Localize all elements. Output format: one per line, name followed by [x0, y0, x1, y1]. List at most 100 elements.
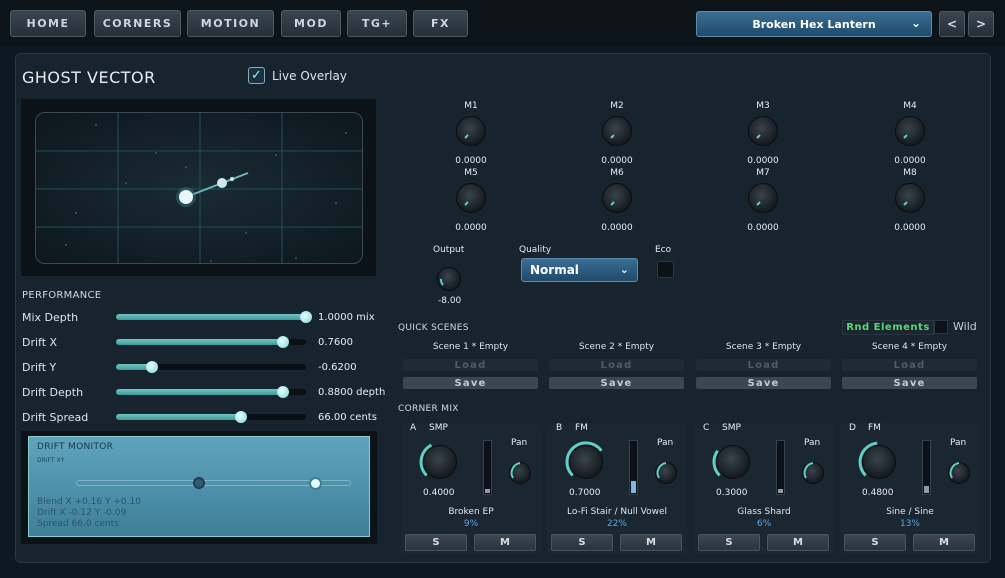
slider-track[interactable]	[116, 411, 306, 423]
macro-label: M8	[903, 168, 917, 178]
drift-monitor-spread: Spread 66.0 cents	[37, 519, 119, 529]
mute-button[interactable]: M	[767, 534, 829, 551]
macro-knob[interactable]	[602, 116, 632, 146]
corner-type: SMP	[722, 423, 741, 433]
scene-load-button[interactable]: Load	[842, 359, 977, 371]
macro-value: 0.0000	[601, 156, 633, 166]
macro-value: 0.0000	[747, 156, 779, 166]
scene-load-button[interactable]: Load	[696, 359, 831, 371]
corner-pan-knob[interactable]	[509, 462, 531, 484]
drift-marker	[193, 477, 205, 489]
slider-fill	[116, 389, 284, 395]
corner-type: FM	[868, 423, 881, 433]
eco-checkbox[interactable]	[657, 261, 674, 278]
output-knob[interactable]	[437, 267, 461, 291]
rnd-elements-button[interactable]: Rnd Elements	[842, 320, 934, 335]
corner-letter: B	[556, 423, 563, 433]
slider-thumb[interactable]	[146, 361, 159, 373]
scene-save-button[interactable]: Save	[403, 377, 538, 389]
solo-button[interactable]: S	[551, 534, 613, 551]
vector-display[interactable]	[35, 112, 363, 264]
corner-pan-knob[interactable]	[948, 462, 970, 484]
slider-value: 1.0000 mix	[318, 312, 375, 323]
solo-button[interactable]: S	[698, 534, 760, 551]
mute-button[interactable]: M	[913, 534, 975, 551]
slider-value: 0.8800 depth	[318, 387, 386, 398]
macro-knob[interactable]	[895, 183, 925, 213]
pan-label: Pan	[511, 438, 528, 448]
corner-meter	[922, 440, 931, 495]
wild-label: Wild	[953, 320, 977, 333]
slider-thumb[interactable]	[300, 311, 312, 323]
macro-knob[interactable]	[456, 116, 486, 146]
corner-sound-name: Glass Shard	[737, 507, 791, 517]
scene-save-button[interactable]: Save	[842, 377, 977, 389]
tab-mod[interactable]: MOD	[281, 10, 341, 37]
wild-checkbox[interactable]	[934, 320, 948, 334]
scene-load-button[interactable]: Load	[403, 359, 538, 371]
quality-value: Normal	[530, 263, 579, 277]
slider-value: 0.7600	[318, 337, 353, 348]
scene-save-button[interactable]: Save	[696, 377, 831, 389]
corner-mix-percent: 13%	[899, 519, 920, 529]
vector-grid	[36, 113, 362, 263]
corner-level-knob[interactable]	[712, 445, 750, 479]
slider-value: 66.00 cents	[318, 412, 377, 423]
chevron-down-icon: ⌄	[910, 16, 921, 30]
tab-motion[interactable]: MOTION	[187, 10, 274, 37]
output-label: Output	[433, 245, 465, 255]
slider-track[interactable]	[116, 336, 306, 348]
vector-position-handle[interactable]	[179, 190, 193, 204]
mute-button[interactable]: M	[474, 534, 536, 551]
corner-meter	[483, 440, 492, 495]
tab-fx[interactable]: FX	[413, 10, 468, 37]
prev-preset-button[interactable]: <	[939, 11, 965, 37]
corner-level-value: 0.4800	[862, 488, 894, 498]
macro-label: M4	[903, 101, 917, 111]
corner-level-knob[interactable]	[858, 441, 896, 479]
checkmark-icon: ✓	[251, 68, 262, 83]
slider-label: Drift X	[22, 336, 58, 349]
live-overlay-checkbox[interactable]: ✓	[248, 67, 265, 84]
macro-knob[interactable]	[602, 183, 632, 213]
macro-knob[interactable]	[456, 183, 486, 213]
scene-title: Scene 1 * Empty	[432, 342, 509, 352]
drift-monitor-subtitle: DRIFT XY	[37, 457, 65, 464]
pan-label: Pan	[657, 438, 674, 448]
quality-select[interactable]: Normal ⌄	[521, 258, 638, 282]
slider-track[interactable]	[116, 311, 312, 323]
macro-value: 0.0000	[894, 156, 926, 166]
quality-label: Quality	[519, 245, 552, 255]
corner-meter	[776, 440, 785, 495]
scene-save-button[interactable]: Save	[549, 377, 684, 389]
drift-monitor-title: DRIFT MONITOR	[37, 442, 114, 452]
drift-monitor-blend: Blend X +0.16 Y +0.10	[37, 497, 141, 507]
macro-knob[interactable]	[895, 116, 925, 146]
solo-button[interactable]: S	[844, 534, 906, 551]
slider-track[interactable]	[116, 361, 306, 373]
drift-monitor: DRIFT MONITOR DRIFT XY Blend X +0.16 Y +…	[28, 436, 370, 537]
corner-level-knob[interactable]	[565, 441, 603, 479]
mute-button[interactable]: M	[620, 534, 682, 551]
solo-button[interactable]: S	[405, 534, 467, 551]
next-preset-button[interactable]: >	[968, 11, 994, 37]
macro-knob[interactable]	[748, 183, 778, 213]
corner-level-knob[interactable]	[419, 443, 457, 479]
slider-track[interactable]	[116, 386, 306, 398]
scene-load-button[interactable]: Load	[549, 359, 684, 371]
output-value: -8.00	[438, 296, 462, 306]
corner-pan-knob[interactable]	[802, 462, 824, 484]
vector-node-mid	[217, 178, 227, 188]
drift-monitor-drift: Drift X -0.12 Y -0.09	[37, 508, 127, 518]
tab-corners[interactable]: CORNERS	[94, 10, 181, 37]
macro-knob[interactable]	[748, 116, 778, 146]
quick-scenes-heading: QUICK SCENES	[398, 323, 469, 333]
corner-pan-knob[interactable]	[655, 462, 677, 484]
tab-home[interactable]: HOME	[10, 10, 86, 37]
preset-selector[interactable]: Broken Hex Lantern ⌄	[696, 11, 932, 37]
corner-meter-fill	[631, 480, 636, 493]
scene-title: Scene 2 * Empty	[578, 342, 655, 352]
tab-tg-plus[interactable]: TG+	[347, 10, 407, 37]
pan-label: Pan	[804, 438, 821, 448]
chevron-down-icon: ⌄	[619, 263, 629, 276]
